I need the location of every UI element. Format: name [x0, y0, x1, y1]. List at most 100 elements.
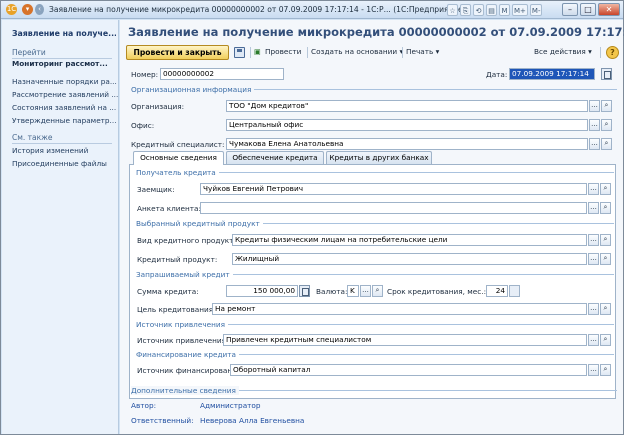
- title-bar: 1С ▾ ‹ Заявление на получение микрокреди…: [1, 1, 623, 19]
- currency-field[interactable]: K: [347, 285, 359, 297]
- search-icon[interactable]: ⌕: [600, 364, 611, 376]
- select-button[interactable]: ...: [588, 303, 599, 315]
- select-button[interactable]: ...: [360, 285, 371, 297]
- back-icon[interactable]: ‹: [35, 4, 44, 15]
- help-icon[interactable]: ?: [606, 46, 619, 59]
- calculator-icon[interactable]: [299, 285, 310, 297]
- organization-field[interactable]: ТОО "Дом кредитов": [226, 100, 588, 112]
- purpose-label: Цель кредитования:: [137, 305, 216, 314]
- all-actions-button[interactable]: Все действия ▾: [534, 47, 592, 56]
- select-button[interactable]: ...: [588, 234, 599, 246]
- source-field[interactable]: Привлечен кредитным специалистом: [223, 334, 587, 346]
- org-info-group-title: Организационная информация: [131, 85, 255, 94]
- sidebar-item-assigned-procedures[interactable]: Назначенные порядки ра...: [12, 77, 118, 86]
- search-icon[interactable]: ⌕: [601, 119, 612, 131]
- client-form-field[interactable]: [200, 202, 587, 214]
- select-button[interactable]: ...: [588, 183, 599, 195]
- post-icon: ▣: [254, 47, 261, 56]
- print-button[interactable]: Печать ▾: [406, 47, 439, 56]
- sidebar-see-also-header: См. также: [12, 133, 112, 144]
- requested-group-title: Запрашиваемый кредит: [136, 270, 233, 279]
- favorites-icon[interactable]: ☆: [447, 4, 458, 16]
- search-icon[interactable]: ⌕: [601, 100, 612, 112]
- credit-sum-label: Сумма кредита:: [137, 287, 199, 296]
- search-icon[interactable]: ⌕: [600, 303, 611, 315]
- print-icon[interactable]: ▤: [486, 4, 497, 16]
- page-title: Заявление на получение микрокредита 0000…: [128, 25, 624, 39]
- product-group-title: Выбранный кредитный продукт: [136, 219, 263, 228]
- select-button[interactable]: ...: [589, 138, 600, 150]
- menu-arrow-icon[interactable]: ▾: [22, 4, 33, 15]
- link-icon[interactable]: ⎘: [460, 4, 471, 16]
- close-button[interactable]: ✕: [598, 3, 620, 16]
- responsible-link[interactable]: Неверова Алла Евгеньевна: [200, 416, 304, 425]
- minimize-button[interactable]: –: [562, 3, 578, 16]
- search-icon[interactable]: ⌕: [600, 183, 611, 195]
- select-button[interactable]: ...: [588, 202, 599, 214]
- sidebar-item-monitoring[interactable]: Мониторинг рассмот...: [12, 59, 118, 68]
- select-button[interactable]: ...: [588, 364, 599, 376]
- search-icon[interactable]: ⌕: [601, 138, 612, 150]
- select-button[interactable]: ...: [589, 100, 600, 112]
- save-icon[interactable]: [234, 47, 245, 58]
- sidebar-item-history[interactable]: История изменений: [12, 146, 118, 155]
- sidebar-item-approved-params[interactable]: Утвержденные параметр...: [12, 116, 118, 125]
- product-type-field[interactable]: Кредиты физическим лицам на потребительс…: [232, 234, 587, 246]
- specialist-field[interactable]: Чумакова Елена Анатольевна: [226, 138, 588, 150]
- office-field[interactable]: Центральный офис: [226, 119, 588, 131]
- date-label: Дата:: [486, 70, 508, 79]
- tab-collateral[interactable]: Обеспечение кредита: [226, 151, 324, 164]
- product-type-label: Вид кредитного продукта:: [137, 236, 241, 245]
- m-plus-button[interactable]: M+: [512, 4, 528, 16]
- select-button[interactable]: ...: [589, 119, 600, 131]
- spin-stepper-icon[interactable]: [509, 285, 520, 297]
- toolbar-divider: [307, 47, 308, 58]
- term-label: Срок кредитования, мес.:: [387, 287, 487, 296]
- sidebar-item-review[interactable]: Рассмотрение заявлений ...: [12, 90, 118, 99]
- search-icon[interactable]: ⌕: [600, 234, 611, 246]
- title-tools: ☆ ⎘ ⟲ ▤ M M+ M-: [447, 4, 543, 16]
- app-window: 1С ▾ ‹ Заявление на получение микрокреди…: [0, 0, 624, 435]
- select-button[interactable]: ...: [588, 334, 599, 346]
- m-button[interactable]: M: [499, 4, 510, 16]
- all-actions-label: Все действия: [534, 47, 586, 56]
- search-icon[interactable]: ⌕: [600, 253, 611, 265]
- search-icon[interactable]: ⌕: [600, 202, 611, 214]
- sidebar-goto-header: Перейти: [12, 48, 112, 59]
- borrower-field[interactable]: Чуйков Евгений Петрович: [200, 183, 587, 195]
- currency-label: Валюта:: [316, 287, 348, 296]
- app-logo-icon[interactable]: 1С: [6, 4, 17, 15]
- tab-main-info[interactable]: Основные сведения: [133, 151, 224, 165]
- date-field[interactable]: 07.09.2009 17:17:14: [509, 68, 595, 80]
- number-field[interactable]: 00000000002: [160, 68, 284, 80]
- financing-group-title: Финансирование кредита: [136, 350, 240, 359]
- toolbar: Провести и закрыть ▣ Провести Создать на…: [126, 45, 619, 60]
- restore-button[interactable]: □: [580, 3, 596, 16]
- purpose-field[interactable]: На ремонт: [212, 303, 587, 315]
- tab-other-banks[interactable]: Кредиты в других банках: [326, 151, 432, 164]
- extra-group-title: Дополнительные сведения: [131, 386, 239, 395]
- create-based-button[interactable]: Создать на основании ▾: [311, 47, 403, 56]
- author-label: Автор:: [131, 401, 157, 410]
- financing-field[interactable]: Оборотный капитал: [230, 364, 587, 376]
- create-based-label: Создать на основании: [311, 47, 398, 56]
- select-button[interactable]: ...: [588, 253, 599, 265]
- borrower-label: Заемщик:: [137, 185, 175, 194]
- client-form-label: Анкета клиента:: [137, 204, 201, 213]
- search-icon[interactable]: ⌕: [600, 334, 611, 346]
- specialist-label: Кредитный специалист:: [131, 140, 225, 149]
- credit-product-field[interactable]: Жилищный: [232, 253, 587, 265]
- sidebar-item-states[interactable]: Состояния заявлений на ...: [12, 103, 118, 112]
- sidebar-title[interactable]: Заявление на получе...: [12, 29, 116, 38]
- sidebar-item-attached-files[interactable]: Присоединенные файлы: [12, 159, 118, 168]
- history-icon[interactable]: ⟲: [473, 4, 484, 16]
- author-link[interactable]: Администратор: [200, 401, 261, 410]
- post-and-close-button[interactable]: Провести и закрыть: [126, 45, 229, 60]
- credit-sum-field[interactable]: 150 000,00: [226, 285, 298, 297]
- term-field[interactable]: 24: [486, 285, 508, 297]
- calendar-icon[interactable]: [601, 68, 612, 80]
- post-button[interactable]: Провести: [265, 47, 301, 56]
- window-controls: – □ ✕: [562, 3, 620, 16]
- m-minus-button[interactable]: M-: [529, 4, 543, 16]
- search-icon[interactable]: ⌕: [372, 285, 383, 297]
